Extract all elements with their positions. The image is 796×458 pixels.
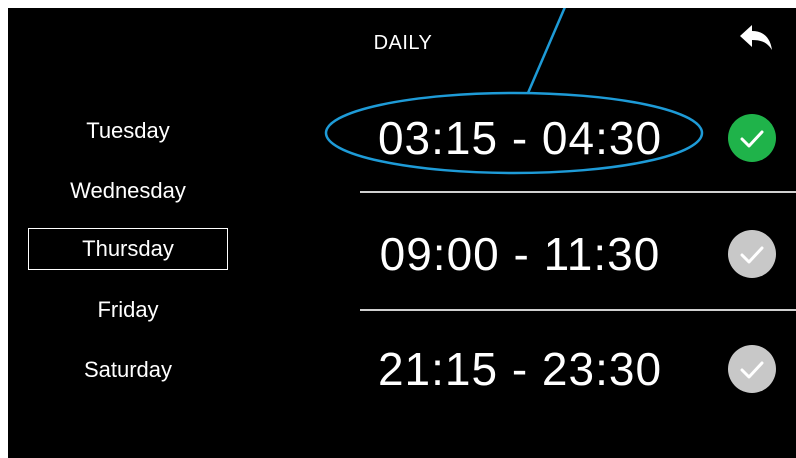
time-slot-row: 09:00 - 11:30 (360, 214, 796, 294)
schedule-screen: DAILY Tuesday Wednesday Thursday Friday … (8, 8, 796, 458)
day-item-tuesday[interactable]: Tuesday (28, 111, 228, 151)
back-button[interactable] (732, 22, 776, 60)
time-slot-range[interactable]: 09:00 - 11:30 (360, 214, 680, 294)
back-arrow-icon (740, 25, 772, 50)
divider (360, 309, 796, 311)
time-slot-range[interactable]: 03:15 - 04:30 (360, 98, 680, 178)
time-slot-row: 03:15 - 04:30 (360, 98, 796, 178)
day-item-thursday[interactable]: Thursday (28, 228, 228, 270)
page-title: DAILY (373, 32, 433, 54)
slot-enabled-toggle[interactable] (728, 230, 776, 278)
slot-enabled-toggle[interactable] (728, 114, 776, 162)
day-item-friday[interactable]: Friday (28, 290, 228, 330)
day-item-wednesday[interactable]: Wednesday (28, 171, 228, 211)
checkmark-icon (728, 230, 776, 278)
checkmark-icon (728, 114, 776, 162)
divider (360, 191, 796, 193)
slot-enabled-toggle[interactable] (728, 345, 776, 393)
checkmark-icon (728, 345, 776, 393)
time-slot-range[interactable]: 21:15 - 23:30 (360, 329, 680, 409)
day-item-saturday[interactable]: Saturday (28, 350, 228, 390)
time-slot-row: 21:15 - 23:30 (360, 329, 796, 409)
